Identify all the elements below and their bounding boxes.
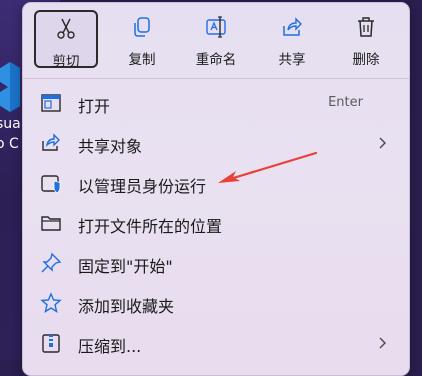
cut-label: 剪切 xyxy=(52,54,80,70)
menu-item-open-location[interactable]: 打开文件所在的位置 xyxy=(23,203,409,243)
menu-item-pin-start-label: 固定到"开始" xyxy=(78,257,173,276)
menu-item-add-favorites-label: 添加到收藏夹 xyxy=(78,297,175,316)
menu-item-run-as-admin-label: 以管理员身份运行 xyxy=(78,177,207,196)
copy-button[interactable]: 复制 xyxy=(110,10,174,68)
admin-shield-icon xyxy=(41,175,61,194)
menu-item-share-with-label: 共享对象 xyxy=(78,137,143,156)
chevron-right-icon xyxy=(379,337,386,349)
menu-item-open-label: 打开 xyxy=(78,97,111,116)
copy-label: 复制 xyxy=(128,52,156,68)
delete-label: 删除 xyxy=(352,52,380,68)
share-label: 共享 xyxy=(278,52,306,68)
visual-studio-code-icon[interactable] xyxy=(0,62,20,112)
cut-button[interactable]: 剪切 xyxy=(34,10,98,70)
open-window-icon xyxy=(41,94,61,112)
annotation-arrow xyxy=(218,151,318,183)
delete-button[interactable]: 删除 xyxy=(334,10,398,68)
scissors-icon xyxy=(57,18,75,39)
desktop-icon-label-line1: sua xyxy=(0,116,21,132)
pin-icon xyxy=(41,252,62,273)
rename-label: 重命名 xyxy=(195,52,237,68)
trash-icon xyxy=(358,17,374,37)
menu-item-add-favorites[interactable]: 添加到收藏夹 xyxy=(23,283,409,323)
toolbar-divider xyxy=(23,78,409,79)
context-menu-toolbar: 剪切 复制 重命名 共享 删除 xyxy=(23,3,409,73)
open-shortcut: Enter xyxy=(328,95,363,110)
rename-button[interactable]: 重命名 xyxy=(184,10,248,68)
copy-icon xyxy=(134,17,150,37)
share-button[interactable]: 共享 xyxy=(260,10,324,68)
zip-archive-icon xyxy=(42,334,60,353)
desktop-icon-label-line2: o C xyxy=(0,136,19,152)
folder-icon xyxy=(41,216,61,231)
chevron-right-icon xyxy=(379,137,386,149)
share-with-icon xyxy=(42,133,60,151)
menu-item-compress-label: 压缩到... xyxy=(78,337,142,356)
menu-item-open[interactable]: 打开 Enter xyxy=(23,83,409,123)
star-icon xyxy=(40,292,62,313)
menu-item-pin-start[interactable]: 固定到"开始" xyxy=(23,243,409,283)
menu-item-open-location-label: 打开文件所在的位置 xyxy=(78,217,223,236)
rename-icon xyxy=(206,16,226,38)
share-icon xyxy=(283,17,302,36)
menu-item-compress[interactable]: 压缩到... xyxy=(23,323,409,363)
